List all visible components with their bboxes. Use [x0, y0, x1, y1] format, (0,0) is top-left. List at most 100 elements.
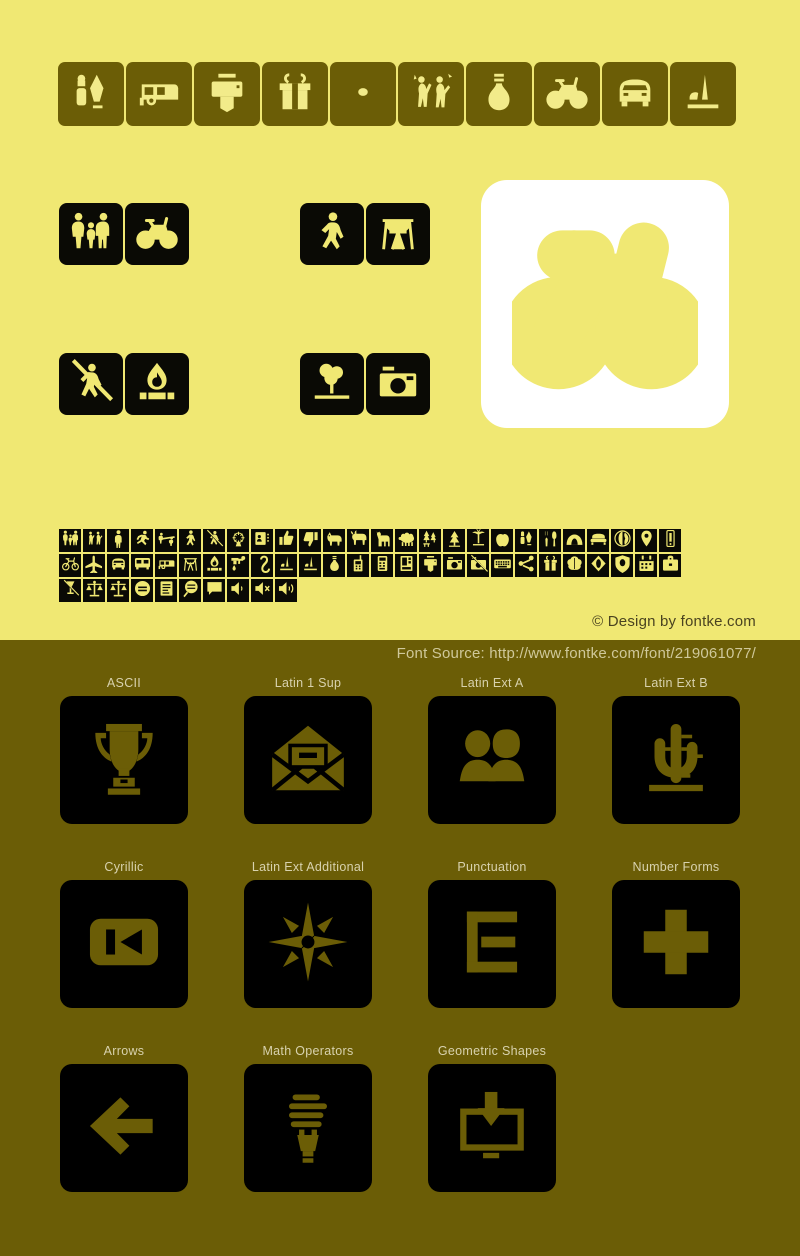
showcase-tile[interactable]: [244, 880, 372, 1008]
glyph-cell[interactable]: [466, 553, 490, 578]
showcase-cell[interactable]: Cyrillic: [32, 856, 216, 1008]
showcase-cell[interactable]: Latin Ext B: [584, 672, 768, 824]
showcase-cell[interactable]: Math Operators: [216, 1040, 400, 1192]
tile-bicycle[interactable]: [125, 203, 189, 265]
glyph-cell[interactable]: [394, 553, 418, 578]
glyph-cell[interactable]: [298, 553, 322, 578]
glyph-cell[interactable]: [82, 553, 106, 578]
showcase-tile[interactable]: [612, 696, 740, 824]
glyph-cell[interactable]: [106, 553, 130, 578]
glyph-cell[interactable]: [202, 553, 226, 578]
tile-walking-person[interactable]: [300, 203, 364, 265]
glyph-cell[interactable]: [322, 553, 346, 578]
glyph-cell[interactable]: [562, 528, 586, 553]
glyph-cell[interactable]: [226, 578, 250, 603]
glyph-cell[interactable]: [202, 578, 226, 603]
showcase-tile[interactable]: [60, 1064, 188, 1192]
glyph-cell[interactable]: [370, 553, 394, 578]
tile-light-bulb[interactable]: [466, 62, 532, 126]
showcase-tile[interactable]: [428, 880, 556, 1008]
showcase-cell[interactable]: Arrows: [32, 1040, 216, 1192]
glyph-cell[interactable]: [178, 578, 202, 603]
glyph-cell[interactable]: [490, 528, 514, 553]
glyph-cell[interactable]: [106, 578, 130, 603]
tile-viaduct-bridge[interactable]: [366, 203, 430, 265]
glyph-cell[interactable]: [418, 553, 442, 578]
glyph-cell[interactable]: [586, 528, 610, 553]
glyph-cell[interactable]: [322, 528, 346, 553]
showcase-tile[interactable]: [60, 696, 188, 824]
glyph-cell[interactable]: [418, 528, 442, 553]
glyph-cell[interactable]: [610, 553, 634, 578]
glyph-cell[interactable]: [58, 553, 82, 578]
tile-park-tree[interactable]: [300, 353, 364, 415]
featured-icon-card[interactable]: [481, 180, 729, 428]
glyph-cell[interactable]: [226, 528, 250, 553]
tile-camera[interactable]: [366, 353, 430, 415]
glyph-cell[interactable]: [562, 553, 586, 578]
tile-car[interactable]: [602, 62, 668, 126]
showcase-tile[interactable]: [428, 1064, 556, 1192]
tile-campfire[interactable]: [125, 353, 189, 415]
glyph-cell[interactable]: [58, 528, 82, 553]
glyph-cell[interactable]: [610, 528, 634, 553]
glyph-cell[interactable]: [634, 528, 658, 553]
glyph-cell[interactable]: [130, 553, 154, 578]
glyph-cell[interactable]: [514, 553, 538, 578]
glyph-cell[interactable]: [274, 578, 298, 603]
showcase-cell[interactable]: Latin Ext A: [400, 672, 584, 824]
glyph-cell[interactable]: [154, 578, 178, 603]
glyph-cell[interactable]: [394, 528, 418, 553]
glyph-cell[interactable]: [130, 578, 154, 603]
showcase-tile[interactable]: [428, 696, 556, 824]
showcase-cell[interactable]: Punctuation: [400, 856, 584, 1008]
glyph-cell[interactable]: [82, 578, 106, 603]
showcase-tile[interactable]: [612, 880, 740, 1008]
glyph-cell[interactable]: [442, 553, 466, 578]
glyph-cell[interactable]: [130, 528, 154, 553]
glyph-cell[interactable]: [658, 528, 682, 553]
glyph-cell[interactable]: [154, 528, 178, 553]
tile-cosmetics[interactable]: [58, 62, 124, 126]
showcase-cell[interactable]: Geometric Shapes: [400, 1040, 584, 1192]
glyph-cell[interactable]: [226, 553, 250, 578]
showcase-cell[interactable]: Latin 1 Sup: [216, 672, 400, 824]
tile-no-walking[interactable]: [59, 353, 123, 415]
glyph-cell[interactable]: [490, 553, 514, 578]
glyph-cell[interactable]: [274, 553, 298, 578]
glyph-cell[interactable]: [178, 528, 202, 553]
glyph-cell[interactable]: [250, 578, 274, 603]
glyph-cell[interactable]: [298, 528, 322, 553]
glyph-cell[interactable]: [538, 528, 562, 553]
glyph-cell[interactable]: [106, 528, 130, 553]
showcase-tile[interactable]: [60, 880, 188, 1008]
glyph-cell[interactable]: [58, 578, 82, 603]
glyph-cell[interactable]: [346, 528, 370, 553]
tile-dancing-people[interactable]: [398, 62, 464, 126]
showcase-tile[interactable]: [244, 696, 372, 824]
glyph-cell[interactable]: [178, 553, 202, 578]
tile-dot[interactable]: [330, 62, 396, 126]
tile-caravan[interactable]: [126, 62, 192, 126]
glyph-cell[interactable]: [538, 553, 562, 578]
glyph-cell[interactable]: [250, 528, 274, 553]
glyph-cell[interactable]: [82, 528, 106, 553]
tile-family[interactable]: [59, 203, 123, 265]
glyph-cell[interactable]: [586, 553, 610, 578]
tile-monument[interactable]: [670, 62, 736, 126]
tile-printer[interactable]: [194, 62, 260, 126]
tile-gift[interactable]: [262, 62, 328, 126]
glyph-cell[interactable]: [370, 528, 394, 553]
showcase-cell[interactable]: ASCII: [32, 672, 216, 824]
showcase-tile[interactable]: [244, 1064, 372, 1192]
glyph-cell[interactable]: [442, 528, 466, 553]
glyph-cell[interactable]: [466, 528, 490, 553]
glyph-cell[interactable]: [202, 528, 226, 553]
tile-bicycle[interactable]: [534, 62, 600, 126]
glyph-cell[interactable]: [346, 553, 370, 578]
glyph-cell[interactable]: [514, 528, 538, 553]
glyph-cell[interactable]: [274, 528, 298, 553]
glyph-cell[interactable]: [634, 553, 658, 578]
glyph-cell[interactable]: [250, 553, 274, 578]
showcase-cell[interactable]: Latin Ext Additional: [216, 856, 400, 1008]
